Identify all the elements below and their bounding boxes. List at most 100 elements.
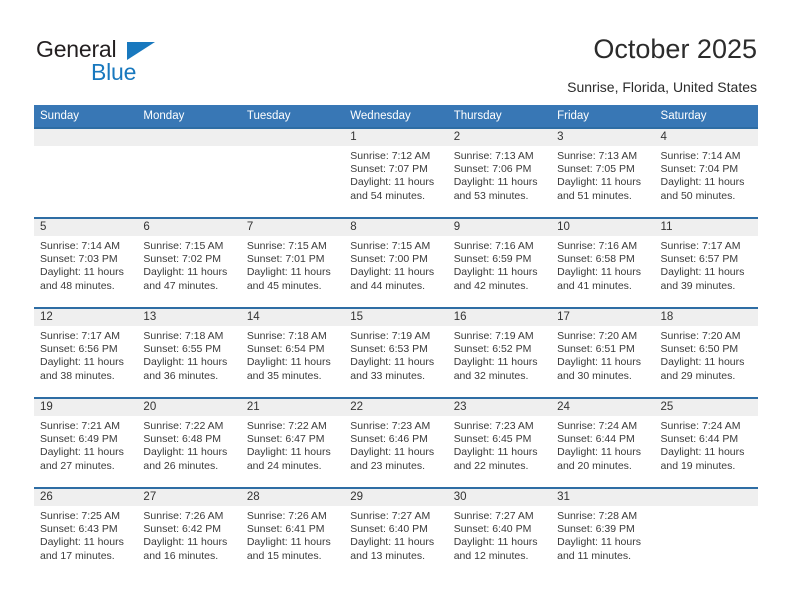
sunrise-time: Sunrise: 7:16 AM [453, 240, 534, 252]
sunrise-time: Sunrise: 7:14 AM [40, 240, 120, 252]
sunrise-time: Sunrise: 7:27 AM [350, 510, 431, 522]
calendar-day-cell[interactable]: 19 Sunrise: 7:21 AM Sunset: 6:49 PM Dayligh… [34, 397, 138, 488]
day-number: 22 [344, 399, 448, 416]
day-number [240, 129, 345, 146]
calendar-day-cell[interactable]: 15 Sunrise: 7:19 AM Sunset: 6:53 PM Dayligh… [344, 307, 448, 398]
calendar-day-cell[interactable]: 24 Sunrise: 7:24 AM Sunset: 6:44 PM Dayligh… [551, 397, 655, 488]
calendar-day-cell[interactable]: 17 Sunrise: 7:20 AM Sunset: 6:51 PM Dayligh… [551, 307, 655, 398]
sunset-time: Sunset: 7:07 PM [350, 163, 428, 176]
calendar-day-cell[interactable]: 18 Sunrise: 7:20 AM Sunset: 6:50 PM Dayligh… [654, 307, 758, 398]
sunrise-sunset-calendar-table: Sunday Monday Tuesday Wednesday Thursday… [34, 105, 758, 578]
sunset-time: Sunset: 6:41 PM [246, 523, 325, 536]
day-number: 3 [551, 129, 655, 146]
daylight-duration-line2: and 22 minutes. [453, 459, 529, 472]
calendar-empty-cell [137, 127, 241, 218]
daylight-duration-line2: and 44 minutes. [350, 279, 425, 292]
calendar-day-cell[interactable]: 3 Sunrise: 7:13 AM Sunset: 7:05 PM Daylight… [551, 127, 655, 218]
calendar-day-cell[interactable]: 16 Sunrise: 7:19 AM Sunset: 6:52 PM Dayligh… [447, 307, 552, 398]
sunrise-time: Sunrise: 7:17 AM [660, 240, 741, 252]
day-number: 15 [344, 309, 448, 326]
day-details: Sunrise: 7:18 AM Sunset: 6:54 PM Daylight:… [241, 326, 344, 383]
calendar-day-cell[interactable]: 10 Sunrise: 7:16 AM Sunset: 6:58 PM Dayligh… [551, 217, 655, 308]
sunset-time: Sunset: 6:58 PM [557, 253, 635, 266]
sunset-time: Sunset: 6:47 PM [246, 433, 325, 446]
calendar-day-cell[interactable]: 12 Sunrise: 7:17 AM Sunset: 6:56 PM Dayligh… [34, 307, 138, 398]
calendar-day-cell[interactable]: 27 Sunrise: 7:26 AM Sunset: 6:42 PM Dayligh… [137, 487, 241, 578]
daylight-duration-line1: Daylight: 11 hours [557, 176, 641, 189]
sunrise-time: Sunrise: 7:26 AM [143, 510, 224, 522]
sunset-time: Sunset: 6:42 PM [143, 523, 222, 536]
day-details: Sunrise: 7:13 AM Sunset: 7:05 PM Daylight:… [551, 146, 654, 203]
weekday-header-wednesday: Wednesday [344, 105, 448, 128]
day-number: 29 [344, 489, 448, 506]
day-details: Sunrise: 7:22 AM Sunset: 6:48 PM Daylight:… [137, 416, 240, 473]
calendar-day-cell[interactable]: 8 Sunrise: 7:15 AM Sunset: 7:00 PM Daylight… [344, 217, 448, 308]
calendar-body: 1 Sunrise: 7:12 AM Sunset: 7:07 PM Daylight… [34, 127, 758, 578]
sunset-time: Sunset: 6:43 PM [40, 523, 118, 536]
daylight-duration-line1: Daylight: 11 hours [350, 536, 435, 549]
sunrise-time: Sunrise: 7:26 AM [246, 510, 327, 522]
daylight-duration-line1: Daylight: 11 hours [350, 446, 435, 459]
sunset-time: Sunset: 6:57 PM [660, 253, 739, 266]
daylight-duration-line2: and 26 minutes. [143, 459, 219, 472]
calendar-day-cell[interactable]: 4 Sunrise: 7:14 AM Sunset: 7:04 PM Daylight… [654, 127, 758, 218]
calendar-day-cell[interactable]: 14 Sunrise: 7:18 AM Sunset: 6:54 PM Dayligh… [240, 307, 345, 398]
calendar-day-cell[interactable]: 26 Sunrise: 7:25 AM Sunset: 6:43 PM Dayligh… [34, 487, 138, 578]
calendar-week-row: 12 Sunrise: 7:17 AM Sunset: 6:56 PM Dayligh… [34, 307, 758, 398]
calendar-day-cell[interactable]: 25 Sunrise: 7:24 AM Sunset: 6:44 PM Dayligh… [654, 397, 758, 488]
calendar-day-cell[interactable]: 11 Sunrise: 7:17 AM Sunset: 6:57 PM Dayligh… [654, 217, 758, 308]
calendar-day-cell[interactable]: 21 Sunrise: 7:22 AM Sunset: 6:47 PM Dayligh… [240, 397, 345, 488]
calendar-day-cell[interactable]: 1 Sunrise: 7:12 AM Sunset: 7:07 PM Daylight… [344, 127, 448, 218]
day-number: 30 [447, 489, 552, 506]
daylight-duration-line2: and 24 minutes. [246, 459, 322, 472]
daylight-duration-line1: Daylight: 11 hours [350, 176, 435, 189]
sunrise-time: Sunrise: 7:13 AM [453, 150, 534, 162]
daylight-duration-line1: Daylight: 11 hours [557, 536, 641, 549]
sunset-time: Sunset: 6:44 PM [557, 433, 635, 446]
day-number: 25 [654, 399, 758, 416]
day-details: Sunrise: 7:13 AM Sunset: 7:06 PM Daylight:… [448, 146, 551, 203]
day-number: 8 [344, 219, 448, 236]
calendar-day-cell[interactable]: 7 Sunrise: 7:15 AM Sunset: 7:01 PM Daylight… [240, 217, 345, 308]
sunset-time: Sunset: 7:02 PM [143, 253, 222, 266]
calendar-day-cell[interactable]: 23 Sunrise: 7:23 AM Sunset: 6:45 PM Dayligh… [447, 397, 552, 488]
daylight-duration-line2: and 39 minutes. [660, 279, 736, 292]
sunrise-time: Sunrise: 7:24 AM [660, 420, 741, 432]
sunset-time: Sunset: 6:56 PM [40, 343, 118, 356]
daylight-duration-line2: and 30 minutes. [557, 369, 632, 382]
calendar-day-cell[interactable]: 28 Sunrise: 7:26 AM Sunset: 6:41 PM Dayligh… [240, 487, 345, 578]
calendar-day-cell[interactable]: 9 Sunrise: 7:16 AM Sunset: 6:59 PM Daylight… [447, 217, 552, 308]
sunrise-time: Sunrise: 7:28 AM [557, 510, 638, 522]
daylight-duration-line1: Daylight: 11 hours [660, 266, 745, 279]
calendar-day-cell[interactable]: 29 Sunrise: 7:27 AM Sunset: 6:40 PM Dayligh… [344, 487, 448, 578]
sunset-time: Sunset: 6:52 PM [453, 343, 532, 356]
calendar-day-cell[interactable]: 31 Sunrise: 7:28 AM Sunset: 6:39 PM Dayligh… [551, 487, 655, 578]
daylight-duration-line1: Daylight: 11 hours [143, 536, 228, 549]
daylight-duration-line1: Daylight: 11 hours [453, 176, 538, 189]
sunrise-time: Sunrise: 7:21 AM [40, 420, 120, 432]
daylight-duration-line1: Daylight: 11 hours [453, 536, 538, 549]
weekday-header-thursday: Thursday [447, 105, 552, 128]
calendar-day-cell[interactable]: 2 Sunrise: 7:13 AM Sunset: 7:06 PM Daylight… [447, 127, 552, 218]
sunset-time: Sunset: 6:46 PM [350, 433, 428, 446]
weekday-header-tuesday: Tuesday [240, 105, 345, 128]
calendar-day-cell[interactable]: 5 Sunrise: 7:14 AM Sunset: 7:03 PM Daylight… [34, 217, 138, 308]
daylight-duration-line1: Daylight: 11 hours [350, 356, 435, 369]
day-details: Sunrise: 7:27 AM Sunset: 6:40 PM Daylight:… [448, 506, 551, 563]
calendar-empty-cell [654, 487, 758, 578]
calendar-day-cell[interactable]: 22 Sunrise: 7:23 AM Sunset: 6:46 PM Dayligh… [344, 397, 448, 488]
daylight-duration-line1: Daylight: 11 hours [660, 446, 745, 459]
daylight-duration-line2: and 53 minutes. [453, 189, 529, 202]
day-details: Sunrise: 7:26 AM Sunset: 6:42 PM Daylight:… [137, 506, 240, 563]
calendar-empty-cell [240, 127, 345, 218]
calendar-day-cell[interactable]: 30 Sunrise: 7:27 AM Sunset: 6:40 PM Dayligh… [447, 487, 552, 578]
day-number: 16 [447, 309, 552, 326]
calendar-day-cell[interactable]: 20 Sunrise: 7:22 AM Sunset: 6:48 PM Dayligh… [137, 397, 241, 488]
calendar-day-cell[interactable]: 6 Sunrise: 7:15 AM Sunset: 7:02 PM Daylight… [137, 217, 241, 308]
day-details: Sunrise: 7:12 AM Sunset: 7:07 PM Daylight:… [344, 146, 447, 203]
calendar-day-cell[interactable]: 13 Sunrise: 7:18 AM Sunset: 6:55 PM Dayligh… [137, 307, 241, 398]
calendar-week-row: 19 Sunrise: 7:21 AM Sunset: 6:49 PM Dayligh… [34, 397, 758, 488]
sunrise-time: Sunrise: 7:25 AM [40, 510, 120, 522]
day-details: Sunrise: 7:15 AM Sunset: 7:00 PM Daylight:… [344, 236, 447, 293]
daylight-duration-line1: Daylight: 11 hours [143, 446, 228, 459]
